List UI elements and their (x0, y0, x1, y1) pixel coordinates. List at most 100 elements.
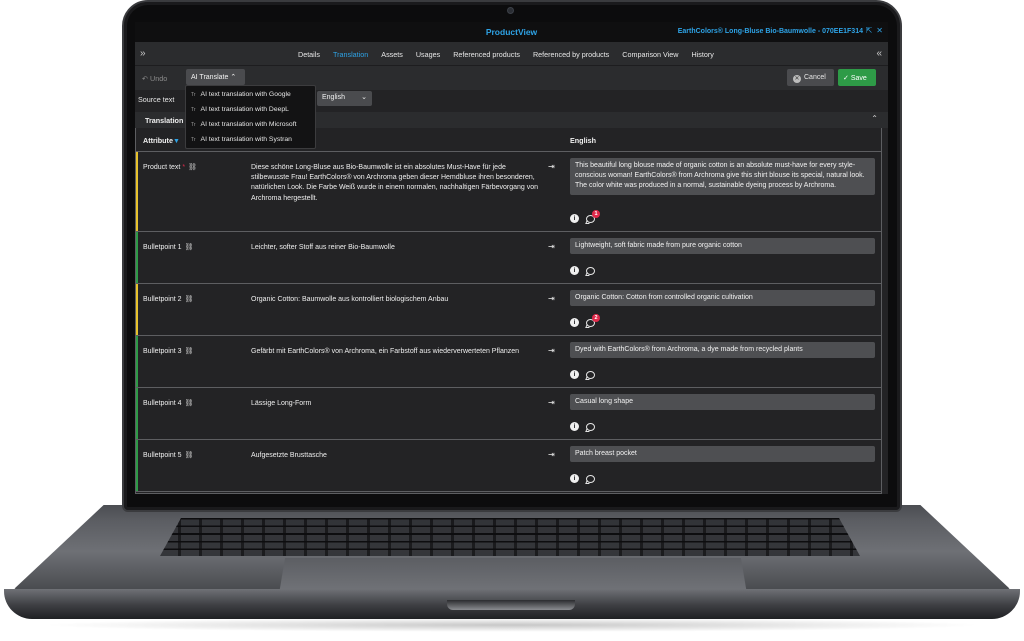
translation-table: Attribute▼ English Product text * ⛓ Diese … (135, 128, 882, 494)
unlink-icon[interactable]: ⛓ (188, 164, 197, 171)
info-icon[interactable]: i (570, 370, 579, 379)
tab-list: Details Translation Assets Usages Referenced… (298, 50, 714, 59)
source-text: Leichter, softer Stoff aus reiner Bio-Ba… (251, 244, 395, 251)
comment-icon[interactable] (586, 370, 595, 379)
unlink-icon[interactable]: ⛓ (185, 296, 194, 303)
document-title: EarthColors® Long-Bluse Bio-Baumwolle - … (677, 28, 863, 35)
copy-to-target-icon[interactable]: ⇥ (548, 346, 555, 355)
info-icon[interactable]: i (570, 422, 579, 431)
collapse-section-icon[interactable]: ⌃ (871, 114, 878, 123)
target-text-field[interactable]: This beautiful long blouse made of organ… (570, 158, 875, 195)
attribute-name: Bulletpoint 3 (143, 348, 182, 355)
row-actions: i2 (570, 313, 600, 327)
expand-left-icon[interactable]: » (140, 48, 146, 59)
unlink-icon[interactable]: ⛓ (185, 400, 194, 407)
save-button[interactable]: ✓ Save (838, 69, 876, 86)
target-text-field[interactable]: Patch breast pocket (570, 446, 875, 463)
ai-menu-item[interactable]: Tr AI text translation with Systran (186, 134, 315, 149)
attribute-column-header[interactable]: Attribute▼ (143, 136, 180, 145)
ai-menu-item[interactable]: Tr AI text translation with DeepL (186, 104, 315, 119)
target-text-field[interactable]: Casual long shape (570, 394, 875, 411)
unlink-icon[interactable]: ⛓ (185, 348, 194, 355)
target-text-field[interactable]: Organic Cotton: Cotton from controlled o… (570, 290, 875, 307)
tab-bar: » Details Translation Assets Usages Referenc… (135, 42, 888, 66)
keyboard-rows (160, 518, 860, 556)
ai-translate-label: AI Translate (191, 74, 229, 81)
table-row: Bulletpoint 2 ⛓ Organic Cotton: Baumwolle … (136, 284, 881, 336)
comment-icon[interactable] (586, 422, 595, 431)
target-text-field[interactable]: Dyed with EarthColors® from Archroma, a … (570, 342, 875, 359)
attribute-cell: Product text * ⛓ (143, 163, 197, 171)
tab-comparison-view[interactable]: Comparison View (622, 50, 678, 59)
copy-to-target-icon[interactable]: ⇥ (548, 450, 555, 459)
comment-icon[interactable]: 2 (586, 313, 600, 327)
comment-count-badge: 1 (592, 209, 600, 218)
row-actions: i (570, 266, 595, 275)
translate-icon: Tr (191, 137, 196, 143)
source-text: Organic Cotton: Baumwolle aus kontrollie… (251, 296, 449, 303)
close-icon[interactable]: ✕ (876, 26, 883, 35)
ai-translate-menu: Tr AI text translation with Google Tr AI te… (185, 85, 316, 149)
attribute-name: Product text (143, 164, 181, 171)
comment-count-badge: 2 (592, 313, 600, 322)
undo-button[interactable]: ↶ Undo (142, 74, 167, 83)
ai-menu-item-label: AI text translation with DeepL (200, 106, 289, 113)
tab-translation[interactable]: Translation (333, 50, 368, 59)
translate-icon: Tr (191, 107, 196, 113)
comment-icon[interactable] (586, 474, 595, 483)
ai-menu-item[interactable]: Tr AI text translation with Google (186, 89, 315, 104)
attribute-header-label: Attribute (143, 136, 173, 145)
window-titlebar: ProductView EarthColors® Long-Bluse Bio-… (135, 22, 888, 42)
status-bar (136, 388, 138, 439)
cancel-button[interactable]: ✕ Cancel (787, 69, 834, 86)
filter-icon[interactable]: ▼ (173, 138, 180, 145)
row-actions: i1 (570, 209, 600, 223)
target-text-field[interactable]: Lightweight, soft fabric made from pure … (570, 238, 875, 255)
table-row: Product text * ⛓ Diese schöne Long-Bluse a… (136, 152, 881, 232)
comment-icon[interactable]: 1 (586, 209, 600, 223)
table-row: Bulletpoint 1 ⛓ Leichter, softer Stoff aus… (136, 232, 881, 284)
required-marker: * (182, 164, 186, 171)
ai-menu-item[interactable]: Tr AI text translation with Microsoft (186, 119, 315, 134)
tab-details[interactable]: Details (298, 50, 320, 59)
table-body: Product text * ⛓ Diese schöne Long-Bluse a… (136, 152, 881, 492)
chevron-up-icon: ⌃ (230, 74, 237, 81)
target-language-select[interactable]: English ⌄ (317, 91, 372, 106)
open-external-icon[interactable]: ⇱ (866, 26, 873, 35)
tab-usages[interactable]: Usages (416, 50, 440, 59)
info-icon[interactable]: i (570, 474, 579, 483)
status-bar (136, 152, 138, 231)
row-actions: i (570, 474, 595, 483)
unlink-icon[interactable]: ⛓ (185, 244, 194, 251)
status-bar (136, 336, 138, 387)
info-icon[interactable]: i (570, 214, 579, 223)
table-row: Bulletpoint 4 ⛓ Lässige Long-Form ⇥ Casual l… (136, 388, 881, 440)
status-bar (136, 440, 138, 491)
attribute-cell: Bulletpoint 2 ⛓ (143, 295, 193, 303)
source-text: Lässige Long-Form (251, 400, 312, 407)
camera-icon (507, 7, 514, 14)
unlink-icon[interactable]: ⛓ (185, 452, 194, 459)
cancel-icon: ✕ (793, 75, 801, 83)
ai-translate-button[interactable]: AI Translate ⌃ (186, 69, 245, 85)
translate-icon: Tr (191, 122, 196, 128)
cancel-label: Cancel (804, 74, 826, 81)
translate-icon: Tr (191, 92, 196, 98)
copy-to-target-icon[interactable]: ⇥ (548, 162, 555, 171)
tab-assets[interactable]: Assets (381, 50, 403, 59)
copy-to-target-icon[interactable]: ⇥ (548, 398, 555, 407)
laptop-shadow (40, 618, 984, 632)
section-title: Translation (145, 116, 184, 125)
copy-to-target-icon[interactable]: ⇥ (548, 294, 555, 303)
info-icon[interactable]: i (570, 318, 579, 327)
copy-to-target-icon[interactable]: ⇥ (548, 242, 555, 251)
tab-referenced-products[interactable]: Referenced products (453, 50, 520, 59)
laptop-notch (447, 600, 575, 610)
comment-icon[interactable] (586, 266, 595, 275)
tab-referenced-by-products[interactable]: Referenced by products (533, 50, 609, 59)
info-icon[interactable]: i (570, 266, 579, 275)
attribute-cell: Bulletpoint 4 ⛓ (143, 399, 193, 407)
attribute-cell: Bulletpoint 1 ⛓ (143, 243, 193, 251)
collapse-right-icon[interactable]: « (876, 48, 882, 59)
tab-history[interactable]: History (691, 50, 713, 59)
